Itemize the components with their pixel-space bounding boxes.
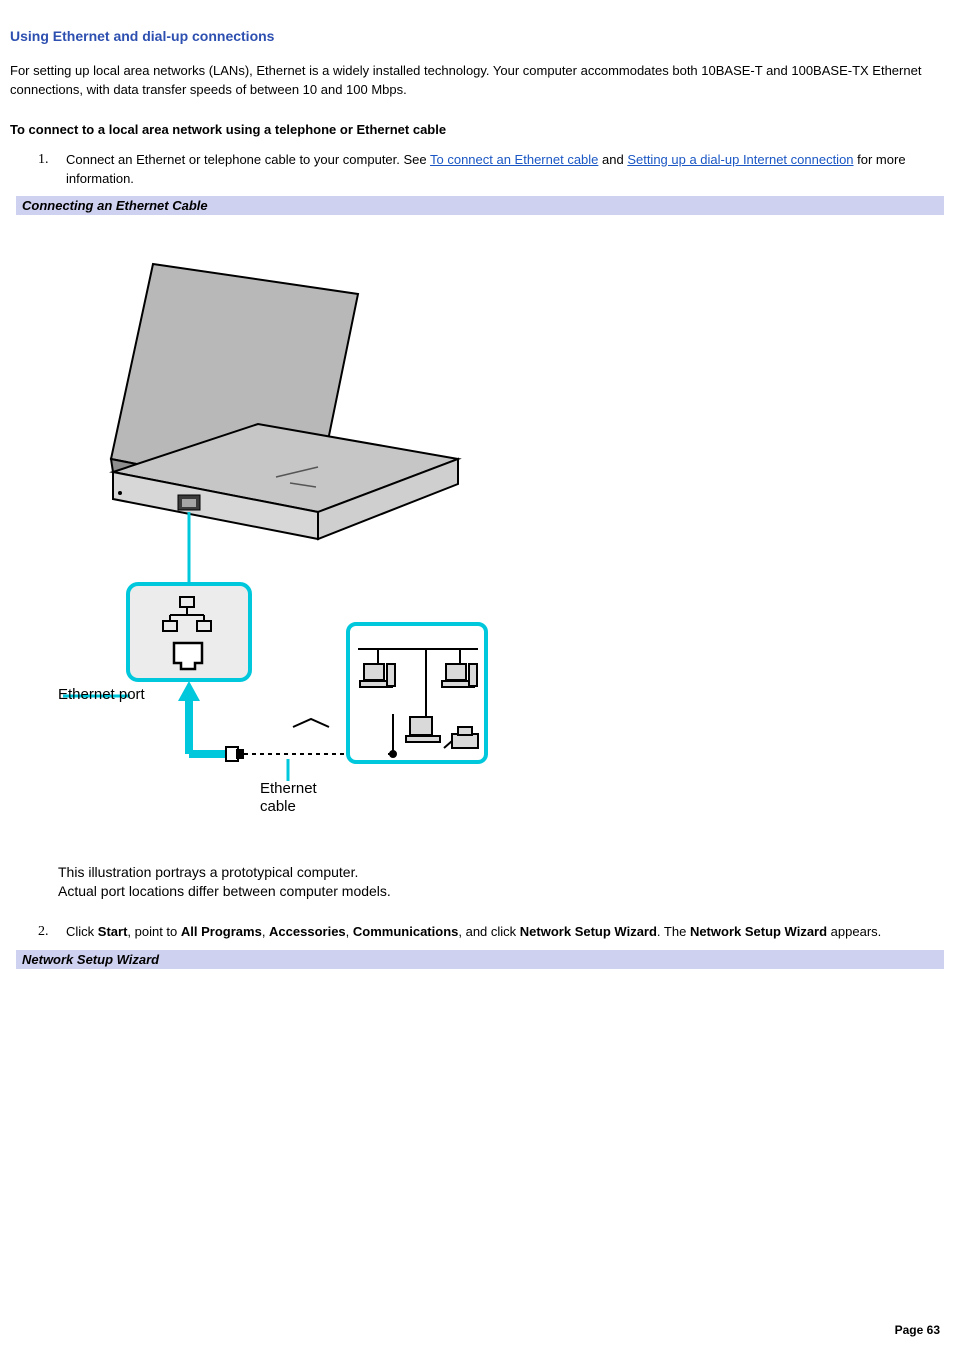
ui-all-programs: All Programs bbox=[181, 924, 262, 939]
ui-start: Start bbox=[98, 924, 128, 939]
step-text: . The bbox=[657, 924, 690, 939]
step-text: , and click bbox=[458, 924, 519, 939]
label-ethernet-port: Ethernet port bbox=[58, 686, 145, 704]
step-text: , point to bbox=[127, 924, 180, 939]
link-connect-ethernet[interactable]: To connect an Ethernet cable bbox=[430, 152, 598, 167]
step-number: 2. bbox=[10, 923, 66, 942]
illustration-note-l2: Actual port locations differ between com… bbox=[58, 882, 944, 901]
ui-network-setup-wizard: Network Setup Wizard bbox=[520, 924, 657, 939]
illustration-note-l1: This illustration portrays a prototypica… bbox=[58, 863, 944, 882]
page-title: Using Ethernet and dial-up connections bbox=[10, 28, 944, 44]
page-footer: Page 63 bbox=[895, 1323, 940, 1337]
figure-caption-ethernet: Connecting an Ethernet Cable bbox=[10, 196, 944, 215]
label-ethernet-cable-l1: Ethernet bbox=[260, 780, 317, 798]
ui-accessories: Accessories bbox=[269, 924, 346, 939]
step-text: , bbox=[346, 924, 353, 939]
ui-network-setup-wizard-appears: Network Setup Wizard bbox=[690, 924, 827, 939]
intro-paragraph: For setting up local area networks (LANs… bbox=[10, 62, 944, 100]
step-text: appears. bbox=[827, 924, 881, 939]
figure-ethernet: Ethernet port Ethernet cable bbox=[10, 215, 944, 853]
step-text: Connect an Ethernet or telephone cable t… bbox=[66, 152, 430, 167]
step-number: 1. bbox=[10, 151, 66, 189]
step-text: and bbox=[598, 152, 627, 167]
ui-communications: Communications bbox=[353, 924, 458, 939]
step-text: , bbox=[262, 924, 269, 939]
step-2: 2. Click Start, point to All Programs, A… bbox=[10, 923, 944, 942]
label-ethernet-cable-l2: cable bbox=[260, 798, 317, 816]
procedure-heading: To connect to a local area network using… bbox=[10, 122, 944, 137]
link-dialup-setup[interactable]: Setting up a dial-up Internet connection bbox=[627, 152, 853, 167]
step-text: Click bbox=[66, 924, 98, 939]
step-1: 1. Connect an Ethernet or telephone cabl… bbox=[10, 151, 944, 189]
figure-caption-wizard: Network Setup Wizard bbox=[10, 950, 944, 969]
